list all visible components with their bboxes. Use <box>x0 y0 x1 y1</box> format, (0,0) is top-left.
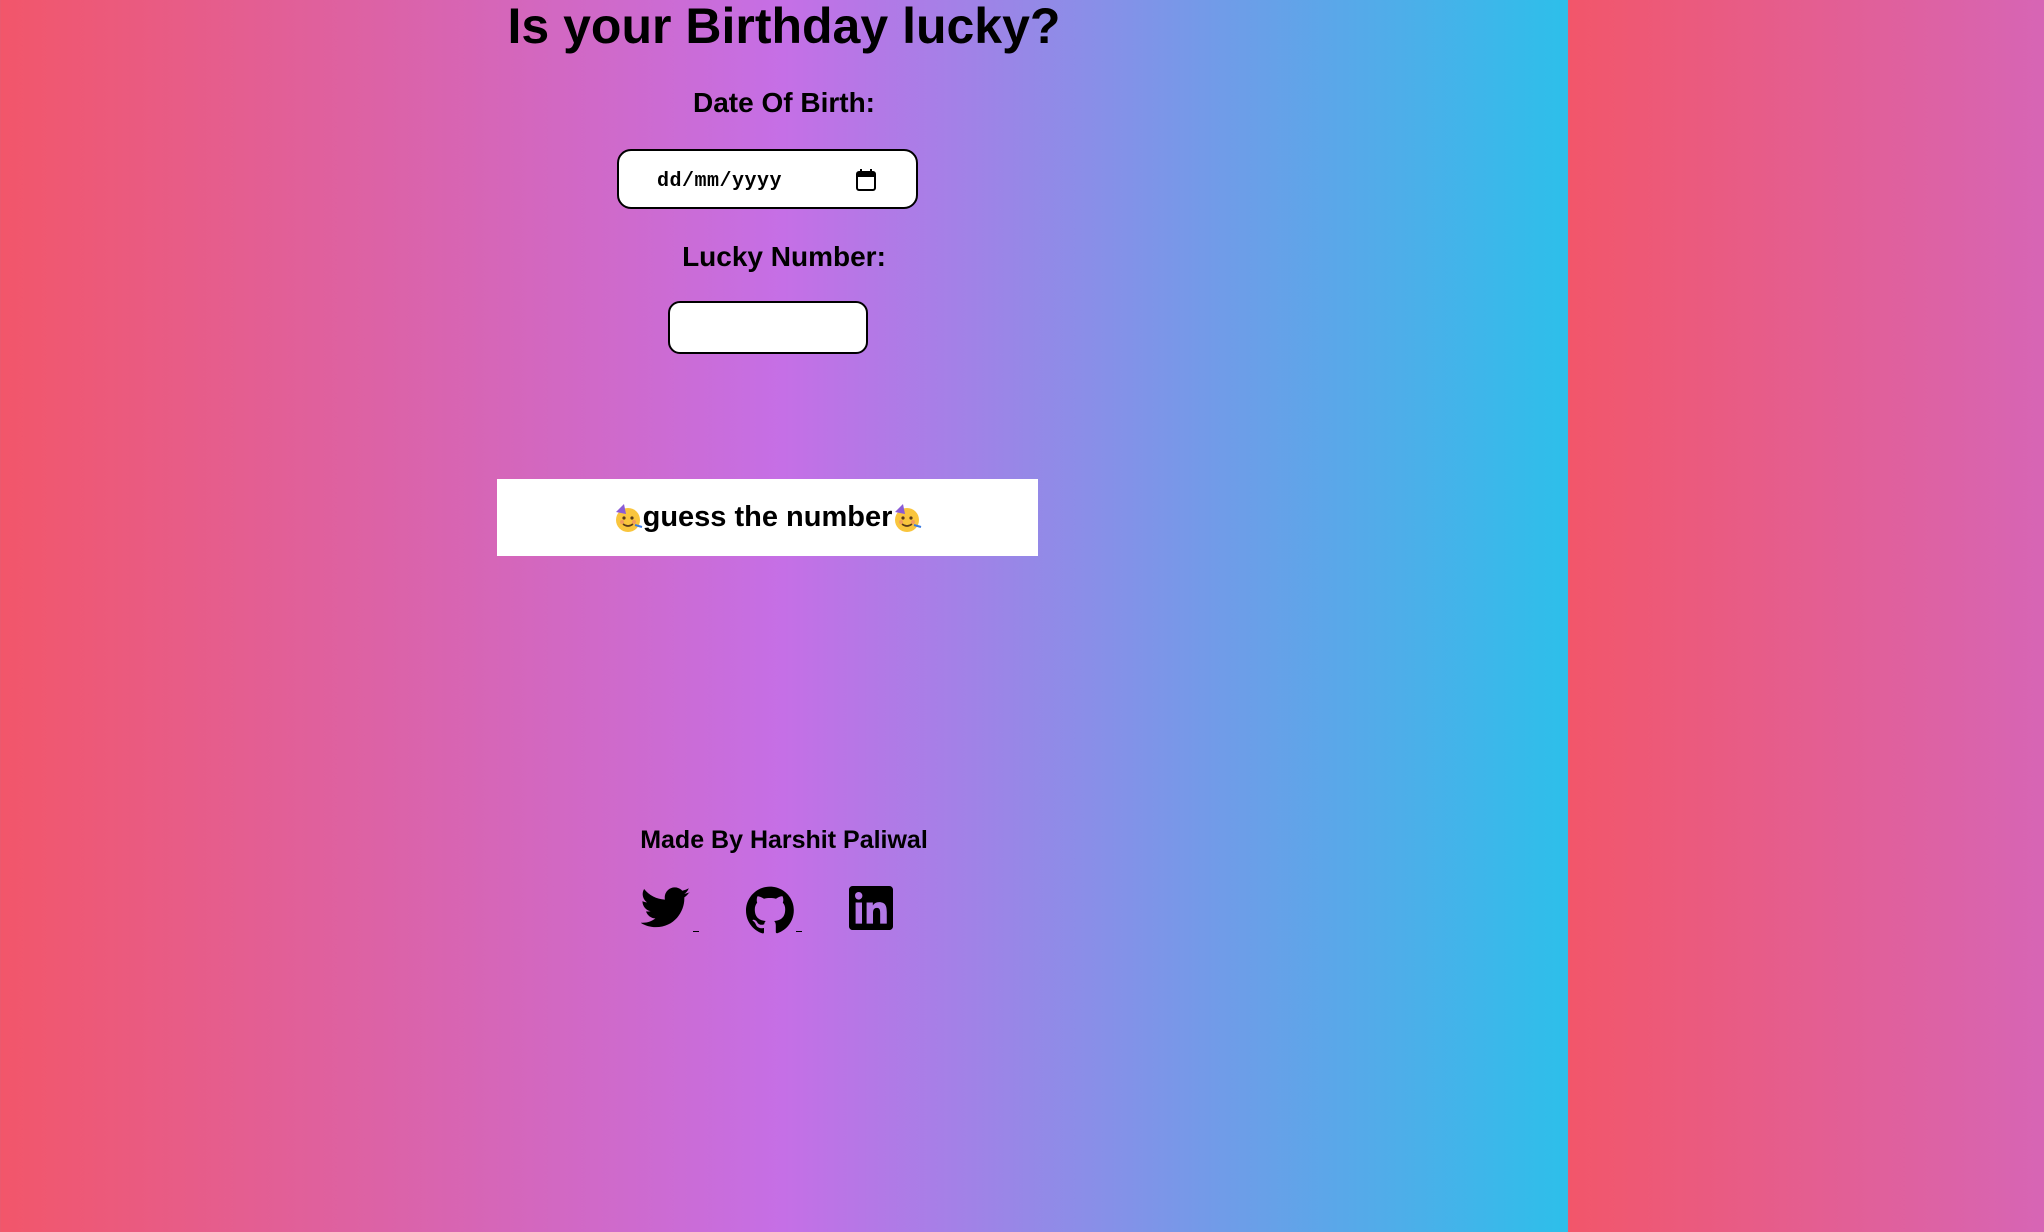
github-icon <box>746 886 794 934</box>
page-title: Is your Birthday lucky? <box>507 0 1061 54</box>
partying-face-icon <box>895 503 922 532</box>
twitter-link[interactable] <box>641 886 699 934</box>
twitter-icon <box>641 887 691 928</box>
link-underline <box>796 931 802 932</box>
linkedin-icon <box>849 886 893 930</box>
lucky-number-input[interactable] <box>668 301 868 354</box>
footer-credit: Made By Harshit Paliwal <box>640 826 928 854</box>
date-of-birth-label: Date Of Birth: <box>693 87 875 118</box>
date-of-birth-input[interactable]: dd/mm/yyyy <box>617 149 918 209</box>
guess-button-label: guess the number <box>642 501 893 533</box>
github-link[interactable] <box>746 886 802 934</box>
date-placeholder: dd/mm/yyyy <box>657 170 783 193</box>
partying-face-icon <box>615 503 642 532</box>
guess-number-button[interactable]: guess the number <box>497 479 1038 556</box>
calendar-icon[interactable] <box>856 169 876 191</box>
link-underline <box>693 931 699 932</box>
linkedin-link[interactable] <box>849 886 895 934</box>
lucky-number-label: Lucky Number: <box>682 241 886 272</box>
